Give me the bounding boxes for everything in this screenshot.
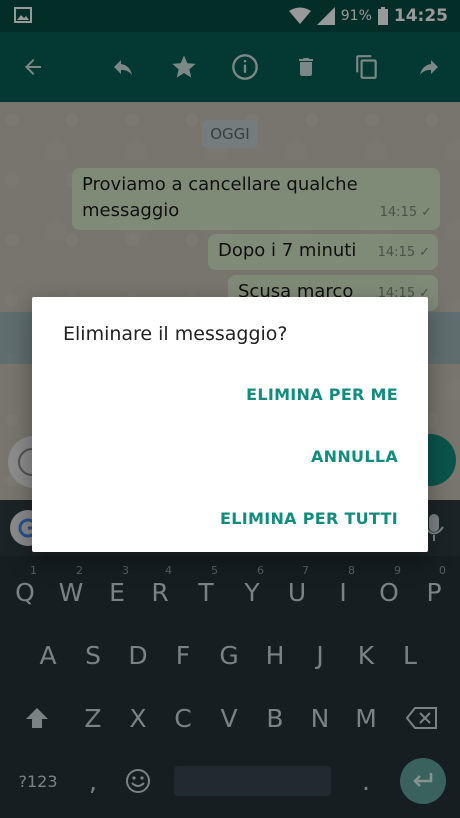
- delete-message-dialog: Eliminare il messaggio? ELIMINA PER ME A…: [32, 297, 428, 552]
- cancel-button[interactable]: ANNULLA: [311, 447, 398, 466]
- delete-for-me-button[interactable]: ELIMINA PER ME: [246, 385, 398, 404]
- dialog-title: Eliminare il messaggio?: [63, 323, 288, 345]
- delete-for-everyone-button[interactable]: ELIMINA PER TUTTI: [220, 509, 398, 528]
